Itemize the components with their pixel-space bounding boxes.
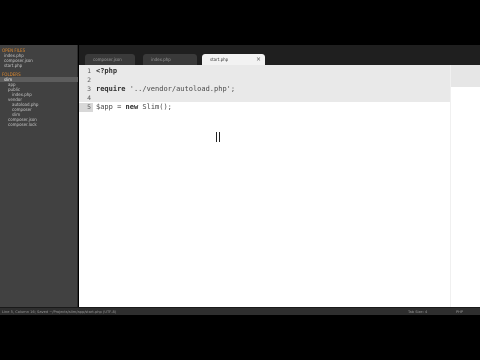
tab-index-php[interactable]: index.php [143,54,197,65]
tab-composer-json[interactable]: composer.json [85,54,135,65]
code-line[interactable]: 2 [79,76,450,85]
close-icon[interactable]: × [256,54,261,65]
line-number: 4 [87,94,91,102]
code-line[interactable]: 4 [79,94,450,103]
line-number: 3 [87,85,91,93]
text-cursor-icon [215,132,220,142]
code-token: require [96,85,126,93]
sidebar-item[interactable]: start.php [4,63,78,68]
minimap[interactable] [450,65,480,307]
code-token: $app = [96,103,126,111]
letterbox-top [0,0,480,45]
code-token: new [125,103,139,111]
code-line[interactable]: 1 <?php [79,67,450,76]
minimap-viewport[interactable] [451,65,480,87]
tab-label: start.php [210,57,229,62]
tab-label: index.php [151,57,171,62]
line-number: 2 [87,76,91,84]
code-token: Slim(); [138,103,172,111]
tab-start-php[interactable]: start.php × [202,54,265,65]
code-text: $app = new Slim(); [96,103,172,112]
line-number: 1 [87,67,91,75]
tab-bar: composer.json index.php start.php × [79,45,480,65]
line-number: 5 [87,103,91,111]
letterbox-bottom [0,315,480,360]
code-token: '../vendor/autoload.php'; [125,85,236,93]
editor-window: OPEN FILES index.php composer.json start.ph… [0,45,480,315]
code-line[interactable]: 3 require '../vendor/autoload.php'; [79,85,450,94]
code-token: <?php [96,67,118,75]
code-text: <?php [96,67,117,76]
code-editor[interactable]: 1 <?php 2 3 require '../vendor/autoload.php'… [79,65,450,307]
status-bar: Line 5, Column 16; Saved ~/Projects/slim… [0,307,480,315]
sidebar: OPEN FILES index.php composer.json start.ph… [0,45,78,307]
sidebar-item[interactable]: composer.lock [8,122,78,127]
tab-label: composer.json [93,57,122,62]
code-line[interactable]: 5 $app = new Slim(); [79,103,450,112]
code-text: require '../vendor/autoload.php'; [96,85,235,94]
